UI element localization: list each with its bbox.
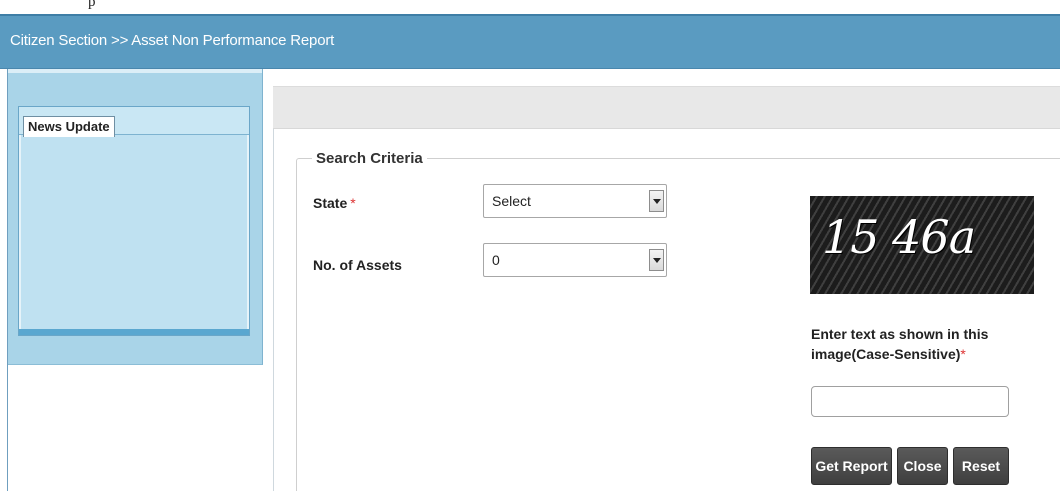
state-label-text: State [313, 195, 348, 211]
top-strip: p [0, 0, 1060, 14]
chevron-down-icon[interactable] [649, 249, 664, 271]
reset-button[interactable]: Reset [953, 447, 1009, 485]
frame-left-border [0, 69, 8, 491]
captcha-instruction: Enter text as shown in this image(Case-S… [811, 324, 1011, 364]
news-update-box: News Update [18, 106, 250, 336]
top-strip-text: p [88, 0, 96, 10]
breadcrumb: Citizen Section >> Asset Non Performance… [10, 32, 335, 49]
state-select-value: Select [492, 193, 531, 209]
news-box-header: News Update [19, 107, 249, 137]
news-box-footer [19, 329, 249, 335]
assets-label: No. of Assets [313, 257, 402, 273]
required-marker: * [350, 195, 356, 211]
sidebar-top-strip [8, 69, 262, 73]
content-divider [273, 129, 274, 491]
captcha-input[interactable] [811, 386, 1009, 417]
get-report-button[interactable]: Get Report [811, 447, 892, 485]
required-marker: * [960, 346, 966, 362]
chevron-down-icon[interactable] [649, 190, 664, 212]
close-button[interactable]: Close [897, 447, 948, 485]
state-select[interactable]: Select [483, 184, 667, 218]
state-label: State * [313, 195, 356, 211]
captcha-text: 15 46a [822, 210, 976, 264]
content-header-bar [273, 86, 1060, 129]
sidebar: News Update [8, 69, 263, 365]
captcha-image: 15 46a [810, 196, 1034, 294]
search-criteria-legend: Search Criteria [312, 150, 427, 167]
assets-select[interactable]: 0 [483, 243, 667, 277]
assets-select-value: 0 [492, 252, 500, 268]
header-bar: Citizen Section >> Asset Non Performance… [0, 14, 1060, 69]
tab-news-update[interactable]: News Update [23, 116, 115, 137]
